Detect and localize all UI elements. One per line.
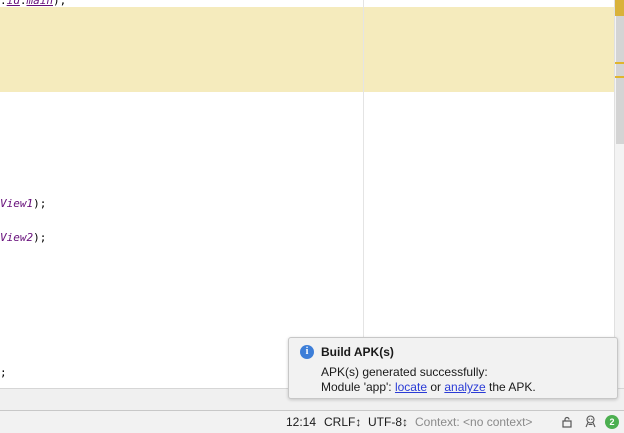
code-text: ); — [53, 0, 67, 7]
status-bar: 12:14 CRLF↕ UTF-8↕ Context: <no context>… — [0, 410, 624, 433]
code-identifier: View2 — [0, 231, 34, 244]
warning-stripe-marker[interactable] — [615, 0, 624, 16]
notification-separator: or — [427, 380, 445, 394]
highlight-stripe-marker[interactable] — [615, 76, 624, 78]
code-text: . — [19, 0, 27, 7]
line-separator-selector[interactable]: CRLF↕ — [324, 415, 361, 429]
code-editor[interactable]: .id.main); View1); View2); ; — [0, 0, 614, 388]
code-text: ); — [33, 231, 47, 244]
notification-title: Build APK(s) — [321, 345, 394, 359]
line-highlight — [0, 7, 614, 92]
notification-module-text: Module 'app': — [321, 380, 395, 394]
code-line[interactable]: View2); — [0, 231, 46, 244]
locate-link[interactable]: locate — [395, 380, 427, 394]
build-apk-notification[interactable]: i Build APK(s) APK(s) generated successf… — [288, 337, 618, 399]
code-line[interactable]: ; — [0, 366, 7, 379]
code-identifier: View1 — [0, 197, 34, 210]
hector-icon[interactable] — [584, 415, 597, 428]
editor-scrollbar[interactable] — [614, 0, 624, 388]
caret-position[interactable]: 12:14 — [286, 415, 316, 429]
code-text: ; — [0, 366, 7, 379]
code-text: . — [0, 0, 7, 7]
notification-actions: Module 'app': locate or analyze the APK. — [321, 380, 536, 394]
lock-icon[interactable] — [561, 416, 573, 428]
code-text: ); — [33, 197, 47, 210]
scrollbar-thumb[interactable] — [616, 0, 624, 144]
info-icon: i — [300, 345, 314, 359]
event-log-badge[interactable]: 2 — [605, 415, 619, 429]
code-line[interactable]: .id.main); — [0, 0, 66, 7]
context-indicator[interactable]: Context: <no context> — [415, 415, 532, 429]
highlight-stripe-marker[interactable] — [615, 62, 624, 64]
code-identifier: id — [6, 0, 20, 7]
analyze-link[interactable]: analyze — [444, 380, 485, 394]
encoding-selector[interactable]: UTF-8↕ — [368, 415, 408, 429]
code-identifier: main — [26, 0, 54, 7]
code-line[interactable]: View1); — [0, 197, 46, 210]
notification-message: APK(s) generated successfully: — [321, 365, 488, 379]
notification-suffix: the APK. — [485, 380, 536, 394]
right-margin-guide — [363, 0, 364, 388]
